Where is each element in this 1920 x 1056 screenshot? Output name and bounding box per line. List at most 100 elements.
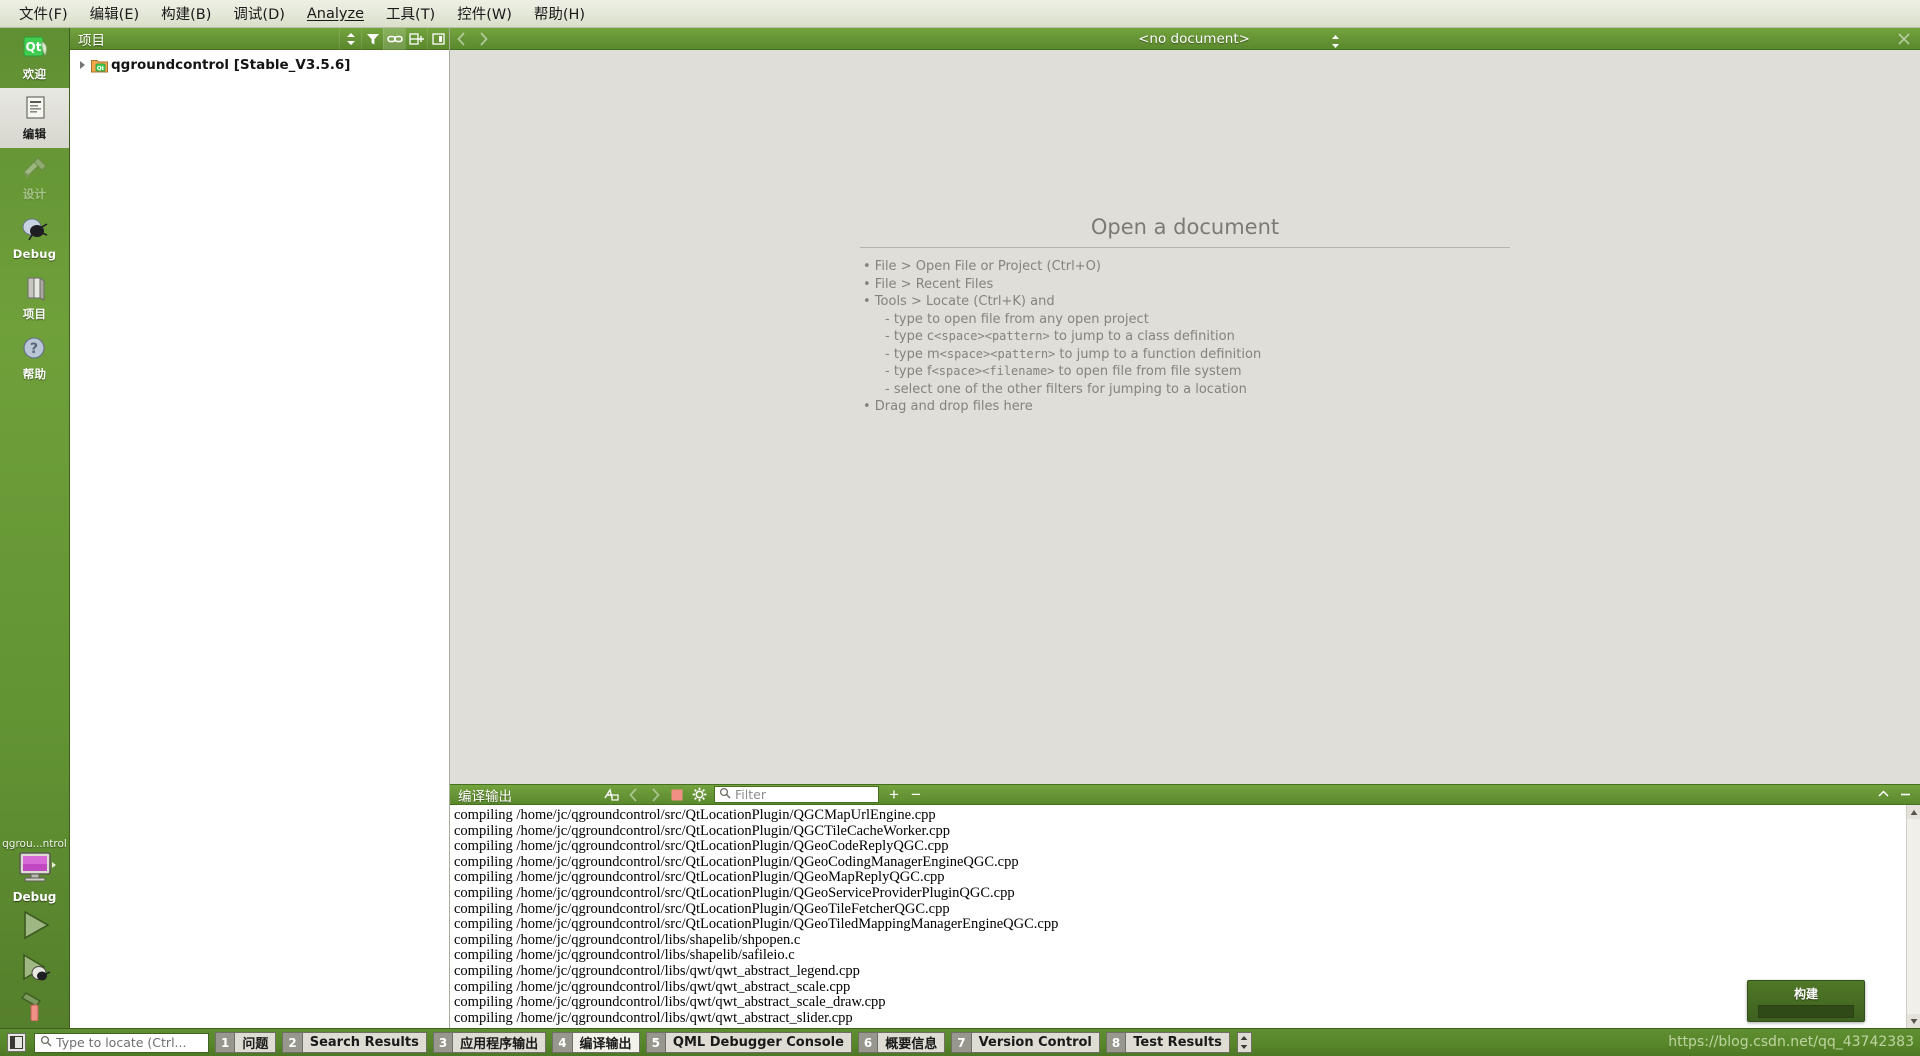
output-tab-compile-output[interactable]: 4 编译输出 <box>552 1032 640 1053</box>
next-item-icon[interactable] <box>644 784 666 805</box>
splitter-updown-icon[interactable] <box>339 27 361 50</box>
output-tab-general-messages[interactable]: 6 概要信息 <box>857 1032 946 1053</box>
output-tab-qml-debugger-console[interactable]: 5 QML Debugger Console <box>645 1032 852 1053</box>
output-tab-problems[interactable]: 1 问题 <box>215 1032 277 1053</box>
output-tab-search-results[interactable]: 2 Search Results <box>282 1032 427 1053</box>
close-document-icon[interactable] <box>1894 32 1914 45</box>
mode-button-welcome[interactable]: Qt 欢迎 <box>0 28 69 88</box>
close-split-icon[interactable] <box>427 27 449 50</box>
menu-debug[interactable]: 调试(D) <box>222 0 295 27</box>
sync-link-icon[interactable] <box>383 27 405 50</box>
navigation-panel: 项目 Qt qgroundcontrol [Stable_V3.5.6] <box>70 27 450 1028</box>
output-tab-test-results[interactable]: 8 Test Results <box>1105 1032 1230 1053</box>
hint-list: • File > Open File or Project (Ctrl+O) •… <box>845 258 1525 416</box>
log-line: compiling /home/jc/qgroundcontrol/src/Qt… <box>454 884 1015 901</box>
maximize-pane-icon[interactable] <box>1872 784 1894 805</box>
toggle-sidebar-icon[interactable] <box>7 1033 26 1052</box>
minimize-pane-icon[interactable] <box>1894 784 1916 805</box>
log-line: compiling /home/jc/qgroundcontrol/libs/q… <box>454 978 851 995</box>
editor-area: <no document> Open a document • File > O… <box>450 28 1920 1028</box>
tab-number: 2 <box>282 1032 302 1053</box>
tab-label: 概要信息 <box>877 1032 946 1053</box>
menu-tools[interactable]: 工具(T) <box>375 0 446 27</box>
log-line: compiling /home/jc/qgroundcontrol/src/Qt… <box>454 900 950 917</box>
menu-edit[interactable]: 编辑(E) <box>79 0 150 27</box>
hint-line: • File > Open File or Project (Ctrl+O) <box>863 259 1101 274</box>
tab-label: 问题 <box>234 1032 277 1053</box>
hint-line: - select one of the other filters for ju… <box>885 381 1247 397</box>
menu-build[interactable]: 构建(B) <box>150 0 222 27</box>
scroll-up-icon[interactable] <box>1907 805 1920 819</box>
scroll-down-icon[interactable] <box>1907 1014 1920 1028</box>
tab-label: QML Debugger Console <box>664 1032 852 1053</box>
filter-funnel-icon[interactable] <box>361 27 383 50</box>
tab-label: Version Control <box>970 1032 1100 1053</box>
navigation-header: 项目 <box>70 27 449 50</box>
build-progress-widget[interactable]: 构建 <box>1747 980 1865 1022</box>
mode-button-design: 设计 <box>0 148 69 208</box>
decrease-font-icon[interactable]: − <box>905 784 927 805</box>
stop-build-icon[interactable] <box>666 784 688 805</box>
log-line: compiling /home/jc/qgroundcontrol/src/Qt… <box>454 869 945 886</box>
nav-forward-icon[interactable] <box>472 28 494 50</box>
compile-output-log[interactable]: compiling /home/jc/qgroundcontrol/src/Qt… <box>450 805 1906 1028</box>
kit-build-config: Debug <box>12 890 57 904</box>
menu-file[interactable]: 文件(F) <box>8 0 79 27</box>
zoom-font-icon[interactable] <box>600 784 622 805</box>
mode-button-projects[interactable]: 项目 <box>0 268 69 328</box>
output-scrollbar[interactable] <box>1906 805 1920 1028</box>
menu-analyze[interactable]: Analyze <box>296 3 375 25</box>
menu-help[interactable]: 帮助(H) <box>523 0 596 27</box>
output-tab-application-output[interactable]: 3 应用程序输出 <box>432 1032 547 1053</box>
output-tab-version-control[interactable]: 7 Version Control <box>951 1032 1100 1053</box>
debug-run-icon <box>15 952 55 989</box>
open-documents-combo[interactable]: <no document> <box>1049 31 1339 48</box>
nav-back-icon[interactable] <box>450 28 472 50</box>
output-filter-input[interactable]: Filter <box>714 786 879 803</box>
design-brush-icon <box>20 154 50 184</box>
start-debugging-button[interactable] <box>0 948 69 992</box>
mode-label-projects: 项目 <box>22 307 47 321</box>
kit-selector-button[interactable]: qgrou...ntrol Debug <box>0 838 69 904</box>
tab-number: 3 <box>432 1032 453 1053</box>
mode-button-help[interactable]: ? 帮助 <box>0 328 69 388</box>
tab-spinner-icon[interactable] <box>1236 1032 1252 1053</box>
prev-item-icon[interactable] <box>622 784 644 805</box>
log-line: compiling /home/jc/qgroundcontrol/libs/s… <box>454 931 801 948</box>
tab-number: 8 <box>1105 1032 1126 1053</box>
kit-and-run-zone: qgrou...ntrol Debug <box>0 838 69 1028</box>
kit-project-name: qgrou...ntrol <box>2 838 67 850</box>
qt-creator-window: 文件(F) 编辑(E) 构建(B) 调试(D) Analyze 工具(T) 控件… <box>0 0 1920 1056</box>
menu-widgets[interactable]: 控件(W) <box>446 0 523 27</box>
run-button[interactable] <box>0 904 69 948</box>
output-filter-placeholder: Filter <box>735 787 766 802</box>
page-title: Open a document <box>1090 215 1280 239</box>
settings-gear-icon[interactable] <box>688 784 710 805</box>
expand-arrow-icon[interactable] <box>80 60 85 69</box>
increase-font-icon[interactable]: + <box>883 784 905 805</box>
mode-label-help: 帮助 <box>22 367 47 381</box>
hint-line: • File > Recent Files <box>863 276 994 292</box>
mode-label-edit: 编辑 <box>22 127 47 141</box>
mode-button-edit[interactable]: 编辑 <box>0 88 69 148</box>
svg-text:?: ? <box>29 341 37 357</box>
build-project-button[interactable] <box>0 991 69 1022</box>
menu-bar: 文件(F) 编辑(E) 构建(B) 调试(D) Analyze 工具(T) 控件… <box>0 0 1920 28</box>
project-tree[interactable]: Qt qgroundcontrol [Stable_V3.5.6] <box>70 50 449 1028</box>
split-add-icon[interactable] <box>405 27 427 50</box>
output-pane-title: 编译输出 <box>458 788 512 805</box>
editor-toolbar: <no document> <box>450 28 1920 50</box>
hint-line: • Drag and drop files here <box>863 399 1033 414</box>
mode-label-debug: Debug <box>12 247 57 261</box>
qt-project-icon: Qt <box>91 58 108 72</box>
tab-number: 5 <box>645 1032 665 1053</box>
hint-line: - type c<space><pattern> to jump to a cl… <box>885 329 1235 344</box>
mode-label-design: 设计 <box>22 187 47 201</box>
tree-row[interactable]: Qt qgroundcontrol [Stable_V3.5.6] <box>70 54 449 75</box>
log-line: compiling /home/jc/qgroundcontrol/src/Qt… <box>454 838 949 855</box>
hint-divider <box>860 247 1510 248</box>
tab-label: Test Results <box>1125 1032 1230 1053</box>
locator-input[interactable]: Type to locate (Ctrl... <box>34 1032 209 1053</box>
tab-number: 7 <box>951 1032 971 1053</box>
mode-button-debug[interactable]: Debug <box>0 208 69 268</box>
